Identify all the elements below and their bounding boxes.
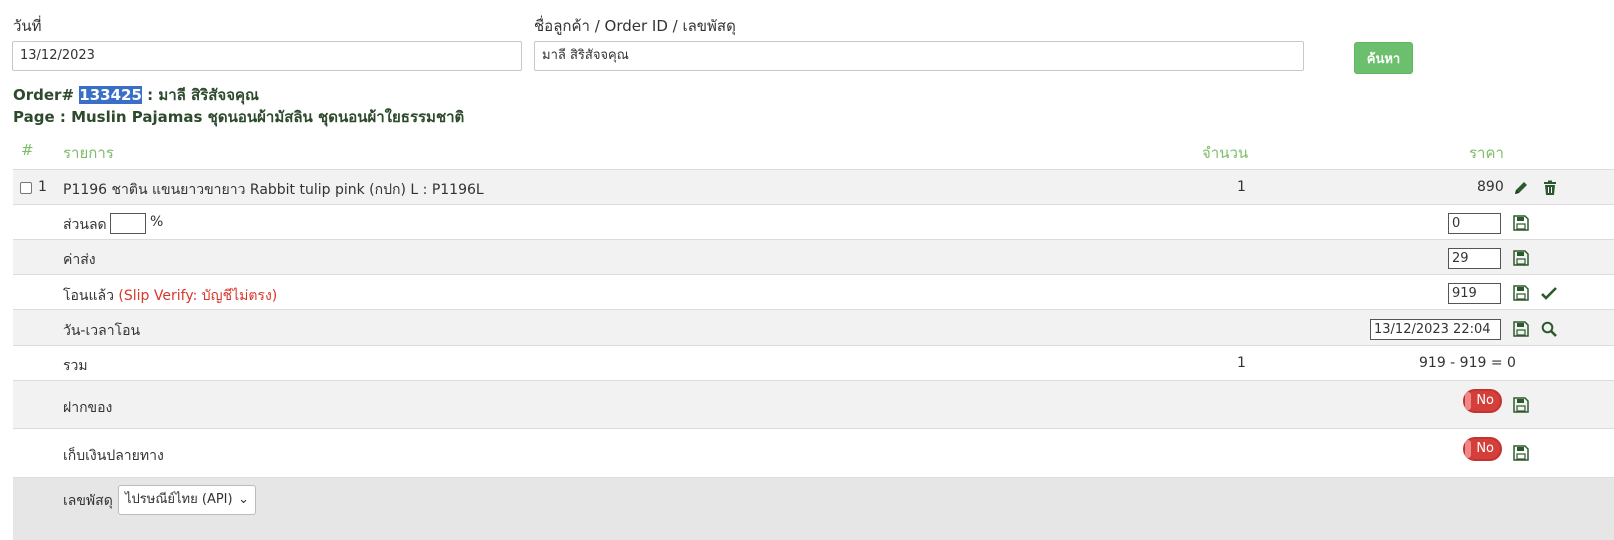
shipping-input[interactable]: 29: [1448, 248, 1501, 269]
deposit-label: ฝากของ: [63, 400, 113, 416]
order-title: Order# 133425 : มาลี สิริสัจจคุณ: [13, 83, 259, 107]
customer-search-label: ชื่อลูกค้า / Order ID / เลขพัสดุ: [534, 17, 736, 35]
transferred-row: โอนแล้ว (Slip Verify: บัญชีไม่ตรง) 919: [13, 274, 1614, 310]
transfer-time-label: วัน-เวลาโอน: [63, 323, 141, 339]
cod-toggle-label: No: [1476, 441, 1494, 456]
edit-pencil-icon[interactable]: [1513, 180, 1529, 196]
item-row: 1 P1196 ชาติน แขนยาวขายาว Rabbit tulip p…: [13, 169, 1614, 205]
toggle-knob: [1465, 392, 1471, 410]
discount-percent-input[interactable]: [110, 213, 146, 234]
discount-percent-unit: %: [150, 214, 164, 230]
date-label: วันที่: [13, 17, 42, 35]
deposit-toggle-label: No: [1476, 393, 1494, 408]
cod-row: เก็บเงินปลายทาง No: [13, 428, 1614, 477]
save-discount-icon[interactable]: [1513, 215, 1529, 231]
shipping-label: ค่าส่ง: [63, 252, 96, 268]
total-label: รวม: [63, 358, 88, 374]
tracking-label: เลขพัสดุ: [63, 493, 113, 509]
shipping-row: ค่าส่ง 29: [13, 239, 1614, 275]
carrier-selected-value: ไปรษณีย์ไทย (API): [125, 492, 233, 507]
deposit-toggle[interactable]: No: [1463, 389, 1502, 413]
save-transferred-icon[interactable]: [1513, 285, 1529, 301]
customer-search-input[interactable]: มาลี สิริสัจจคุณ: [534, 41, 1304, 71]
order-page-line: Page : Muslin Pajamas ชุดนอนผ้ามัสลิน ชุ…: [13, 108, 465, 126]
header-item: รายการ: [63, 144, 114, 162]
date-input[interactable]: 13/12/2023: [12, 41, 522, 71]
header-qty: จำนวน: [1202, 144, 1249, 162]
transfer-time-input[interactable]: 13/12/2023 22:04: [1370, 319, 1501, 340]
header-index: #: [21, 141, 34, 159]
save-cod-icon[interactable]: [1513, 445, 1529, 461]
header-price: ราคา: [1469, 144, 1504, 162]
item-qty: 1: [1237, 179, 1246, 195]
deposit-row: ฝากของ No: [13, 380, 1614, 428]
order-id[interactable]: 133425: [79, 86, 142, 104]
save-shipping-icon[interactable]: [1513, 250, 1529, 266]
carrier-select[interactable]: ไปรษณีย์ไทย (API) ⌄: [118, 485, 256, 515]
toggle-knob: [1465, 440, 1471, 458]
order-customer-name: : มาลี สิริสัจจคุณ: [141, 86, 259, 104]
item-name: P1196 ชาติน แขนยาวขายาว Rabbit tulip pin…: [63, 182, 484, 198]
order-prefix: Order#: [13, 86, 75, 104]
transferred-label-text: โอนแล้ว: [63, 288, 114, 304]
discount-label: ส่วนลด: [63, 217, 107, 233]
trash-icon[interactable]: [1542, 180, 1558, 196]
save-transfer-time-icon[interactable]: [1513, 321, 1529, 337]
tracking-row: เลขพัสดุ ไปรษณีย์ไทย (API) ⌄: [13, 477, 1614, 540]
check-icon[interactable]: [1541, 285, 1557, 301]
total-formula: 919 - 919 = 0: [1419, 355, 1516, 371]
cod-toggle[interactable]: No: [1463, 437, 1502, 461]
total-qty: 1: [1237, 355, 1246, 371]
cod-label: เก็บเงินปลายทาง: [63, 448, 164, 464]
save-deposit-icon[interactable]: [1513, 397, 1529, 413]
discount-row: ส่วนลด % 0: [13, 204, 1614, 240]
item-index: 1: [38, 179, 47, 195]
chevron-down-icon: ⌄: [238, 492, 249, 507]
discount-amount-input[interactable]: 0: [1448, 213, 1501, 234]
transfer-time-row: วัน-เวลาโอน 13/12/2023 22:04: [13, 309, 1614, 346]
search-icon[interactable]: [1541, 321, 1557, 337]
transferred-label: โอนแล้ว (Slip Verify: บัญชีไม่ตรง): [63, 285, 277, 307]
search-button[interactable]: ค้นหา: [1354, 42, 1413, 74]
transferred-input[interactable]: 919: [1448, 283, 1501, 304]
total-row: รวม 1 919 - 919 = 0: [13, 345, 1614, 381]
item-checkbox[interactable]: [20, 182, 32, 194]
item-price: 890: [1477, 179, 1504, 195]
slip-verify-note: (Slip Verify: บัญชีไม่ตรง): [118, 288, 278, 304]
